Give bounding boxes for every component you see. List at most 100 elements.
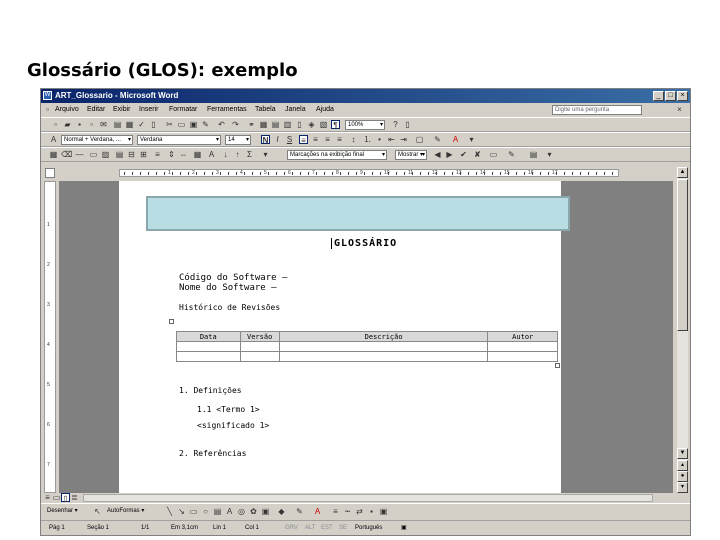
menu-ajuda[interactable]: Ajuda	[316, 103, 334, 117]
next-page-icon[interactable]: ▾	[677, 482, 688, 493]
print-layout-icon[interactable]: ▯	[61, 493, 70, 503]
spelling-icon[interactable]: ✓	[137, 120, 146, 129]
font-size-combo[interactable]: 14	[225, 135, 251, 145]
menu-editar[interactable]: Editar	[87, 103, 105, 117]
line-color-icon[interactable]: ✎	[295, 507, 304, 516]
fill-color-icon[interactable]: ◆	[277, 507, 286, 516]
align-center-icon[interactable]: ≡	[311, 135, 320, 144]
save-icon[interactable]: ▪	[75, 120, 84, 129]
ruler-strip[interactable]: 1 2 3 4 5 6 7 8 9 10 11 12 13 14 15 16 1…	[119, 169, 619, 177]
text-direction-icon[interactable]: A	[207, 150, 216, 159]
toolbar-options-icon[interactable]: ▾	[467, 135, 476, 144]
table-row[interactable]	[176, 351, 558, 362]
reviewing-options-icon[interactable]: ▾	[261, 150, 270, 159]
document-page[interactable]: GLOSSÁRIO Código do Software – Nome do S…	[119, 181, 570, 493]
doc-menu-icon[interactable]: ▫	[43, 105, 52, 114]
research-icon[interactable]: ▯	[149, 120, 158, 129]
border-color-icon[interactable]: ▭	[89, 150, 98, 159]
table-cell[interactable]	[487, 341, 558, 352]
align-left-icon[interactable]: ≡	[299, 135, 308, 145]
reviewing-pane-icon[interactable]: ▤	[529, 150, 538, 159]
increase-indent-icon[interactable]: ⇥	[399, 135, 408, 144]
drawing-font-color-icon[interactable]: A	[313, 507, 322, 516]
bullets-icon[interactable]: •	[375, 135, 384, 144]
table-cell[interactable]	[176, 341, 241, 352]
wordart-icon[interactable]: A	[225, 507, 234, 516]
web-view-icon[interactable]: ▭	[52, 493, 61, 502]
table-move-handle[interactable]	[169, 319, 174, 324]
rectangle-icon[interactable]: ▭	[189, 507, 198, 516]
insert-table-icon[interactable]: ▤	[271, 120, 280, 129]
table-resize-handle[interactable]	[555, 363, 560, 368]
eraser-icon[interactable]: ⌫	[61, 150, 72, 159]
align-cell-icon[interactable]: ≡	[153, 150, 162, 159]
arrow-icon[interactable]: ↘	[177, 507, 186, 516]
close-doc-icon[interactable]: ×	[675, 105, 684, 114]
undo-icon[interactable]: ↶	[217, 120, 226, 129]
open-folder-icon[interactable]: ▰	[63, 120, 72, 129]
shadow-icon[interactable]: ▪	[367, 507, 376, 516]
maximize-button[interactable]: □	[665, 91, 676, 101]
accept-change-icon[interactable]: ✔	[459, 150, 468, 159]
decrease-indent-icon[interactable]: ⇤	[387, 135, 396, 144]
dash-style-icon[interactable]: ┅	[343, 507, 352, 516]
table-cell[interactable]	[487, 351, 558, 362]
line-style-draw-icon[interactable]: ≡	[331, 507, 340, 516]
permission-icon[interactable]: ▫	[87, 120, 96, 129]
track-changes-icon[interactable]: ✎	[507, 150, 516, 159]
print-preview-icon[interactable]: ▦	[125, 120, 134, 129]
align-right-icon[interactable]: ≡	[323, 135, 332, 144]
autoshapes-menu[interactable]: AutoFormas ▾	[107, 507, 144, 514]
redo-icon[interactable]: ↷	[231, 120, 240, 129]
menu-inserir[interactable]: Inserir	[139, 103, 158, 117]
clipart-icon[interactable]: ✿	[249, 507, 258, 516]
draw-menu[interactable]: Desenhar ▾	[47, 507, 78, 514]
help-question-box[interactable]: Digite uma pergunta	[552, 105, 642, 115]
style-combo[interactable]: Normal + Verdana, ...	[61, 135, 133, 145]
menu-ferramentas[interactable]: Ferramentas	[207, 103, 247, 117]
sort-desc-icon[interactable]: ↑	[233, 150, 242, 159]
outside-border-icon[interactable]: ▢	[415, 135, 424, 144]
tables-icon[interactable]: ▦	[49, 150, 58, 159]
normal-view-icon[interactable]: ≡	[43, 493, 52, 502]
autoformat-icon[interactable]: ▦	[193, 150, 202, 159]
tables-borders-icon[interactable]: ▦	[259, 120, 268, 129]
outline-view-icon[interactable]: ≣	[70, 493, 79, 502]
justify-icon[interactable]: ≡	[335, 135, 344, 144]
columns-icon[interactable]: ▯	[295, 120, 304, 129]
menu-janela[interactable]: Janela	[285, 103, 306, 117]
new-document-icon[interactable]: ▫	[51, 120, 60, 129]
insert-table-row-icon[interactable]: ▤	[115, 150, 124, 159]
status-ovr[interactable]: SE	[339, 521, 347, 535]
new-comment-icon[interactable]: ▭	[489, 150, 498, 159]
previous-page-icon[interactable]: ▴	[677, 460, 688, 471]
tab-selector[interactable]	[45, 168, 55, 178]
textbox-icon[interactable]: ▤	[213, 507, 222, 516]
menu-formatar[interactable]: Formatar	[169, 103, 197, 117]
scroll-thumb[interactable]	[677, 179, 688, 331]
cut-icon[interactable]: ✂	[165, 120, 174, 129]
status-trk[interactable]: ALT	[305, 521, 316, 535]
font-combo[interactable]: Verdana	[137, 135, 221, 145]
numbering-icon[interactable]: ⒈	[363, 135, 372, 144]
format-painter-icon[interactable]: ✎	[201, 120, 210, 129]
line-icon[interactable]: ╲	[165, 507, 174, 516]
show-hide-icon[interactable]: ¶	[331, 120, 340, 130]
select-objects-icon[interactable]: ↖	[93, 507, 102, 516]
next-change-icon[interactable]: ▶	[445, 150, 454, 159]
hyperlink-icon[interactable]: ⚭	[247, 120, 256, 129]
scroll-down-icon[interactable]: ▼	[677, 448, 688, 459]
paste-icon[interactable]: ▣	[189, 120, 198, 129]
table-cell[interactable]	[278, 341, 489, 352]
horizontal-scrollbar[interactable]	[83, 494, 653, 502]
line-style-icon[interactable]: —	[75, 150, 84, 159]
autosum-icon[interactable]: Σ	[245, 150, 254, 159]
spelling-status-icon[interactable]: ▣	[401, 521, 407, 535]
email-icon[interactable]: ✉	[99, 120, 108, 129]
3d-icon[interactable]: ▣	[379, 507, 388, 516]
shading-icon[interactable]: ▨	[101, 150, 110, 159]
close-button[interactable]: ×	[677, 91, 688, 101]
table-cell[interactable]	[278, 351, 489, 362]
show-markup-menu[interactable]: Mostrar ▾	[395, 150, 427, 160]
display-for-review-combo[interactable]: Marcações na exibição final	[287, 150, 387, 160]
